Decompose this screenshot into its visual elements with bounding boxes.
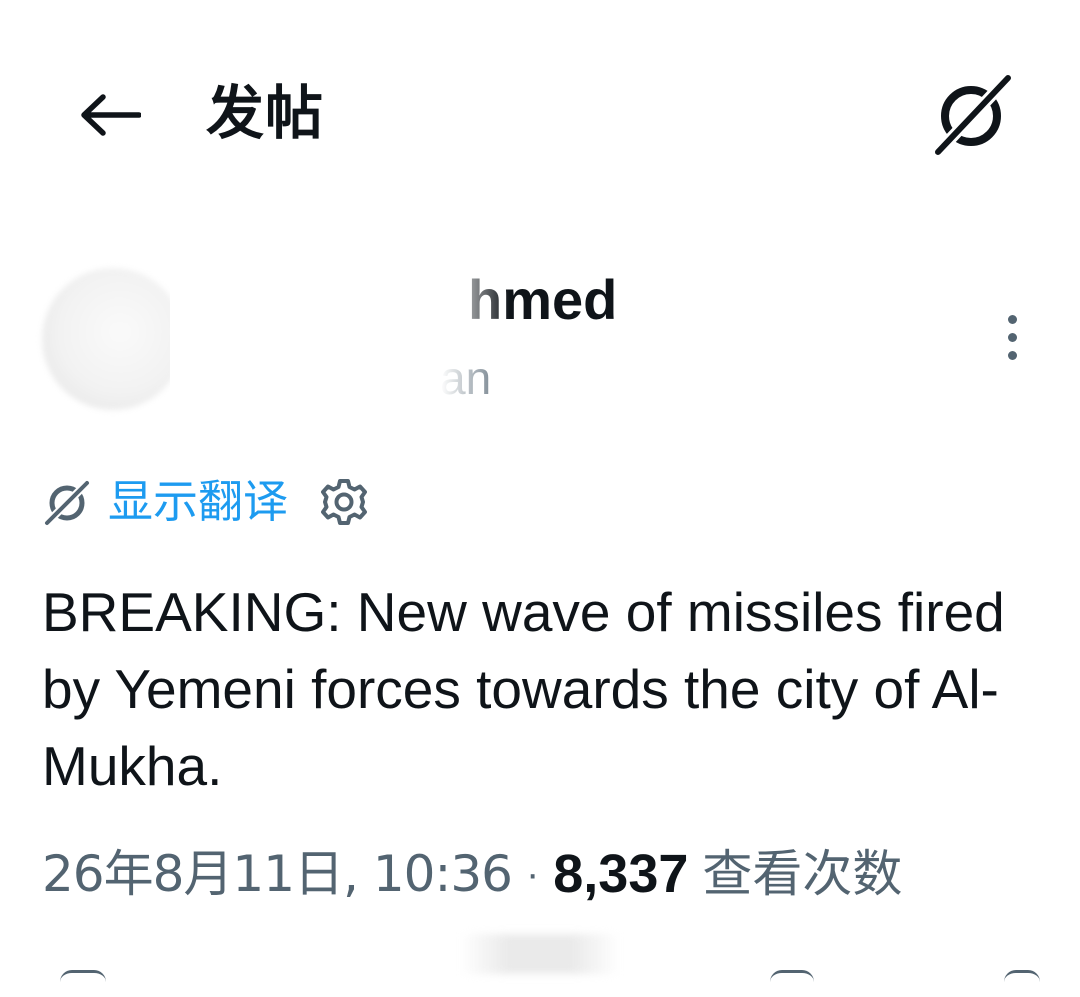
post-timestamp[interactable]: 26年8月11日, 10:36 <box>42 838 513 910</box>
author-handle[interactable]: an <box>440 350 491 406</box>
more-dot-icon <box>1007 314 1017 324</box>
action-icon-edge <box>1004 970 1040 997</box>
translate-row: 显示翻译 <box>40 470 372 534</box>
grok-icon <box>932 72 1014 156</box>
more-options-button[interactable] <box>988 306 1036 368</box>
more-dot-icon <box>1007 350 1017 360</box>
views-label: 查看次数 <box>702 845 903 903</box>
grok-icon <box>40 475 94 529</box>
author-display-name[interactable]: hmed <box>468 268 617 332</box>
meta-separator: · <box>525 852 540 896</box>
more-dot-icon <box>1007 332 1017 342</box>
translation-settings-button[interactable] <box>316 474 372 530</box>
views-count: 8,337 <box>553 844 689 904</box>
action-icon-edge <box>60 970 106 997</box>
action-bar-edge <box>0 964 1080 978</box>
back-button[interactable] <box>72 80 148 150</box>
gear-icon <box>321 479 368 525</box>
post-text: BREAKING: New wave of missiles fired by … <box>42 581 1005 797</box>
grok-button[interactable] <box>922 68 1022 160</box>
arrow-left-icon <box>81 94 141 136</box>
avatar[interactable] <box>42 268 184 410</box>
page-title: 发帖 <box>206 79 325 147</box>
action-icon-edge <box>770 970 814 997</box>
post-meta: 26年8月11日, 10:36 · 8,337 查看次数 <box>42 838 902 910</box>
show-translation-link[interactable]: 显示翻译 <box>108 472 288 532</box>
top-bar: 发帖 <box>0 0 1080 230</box>
